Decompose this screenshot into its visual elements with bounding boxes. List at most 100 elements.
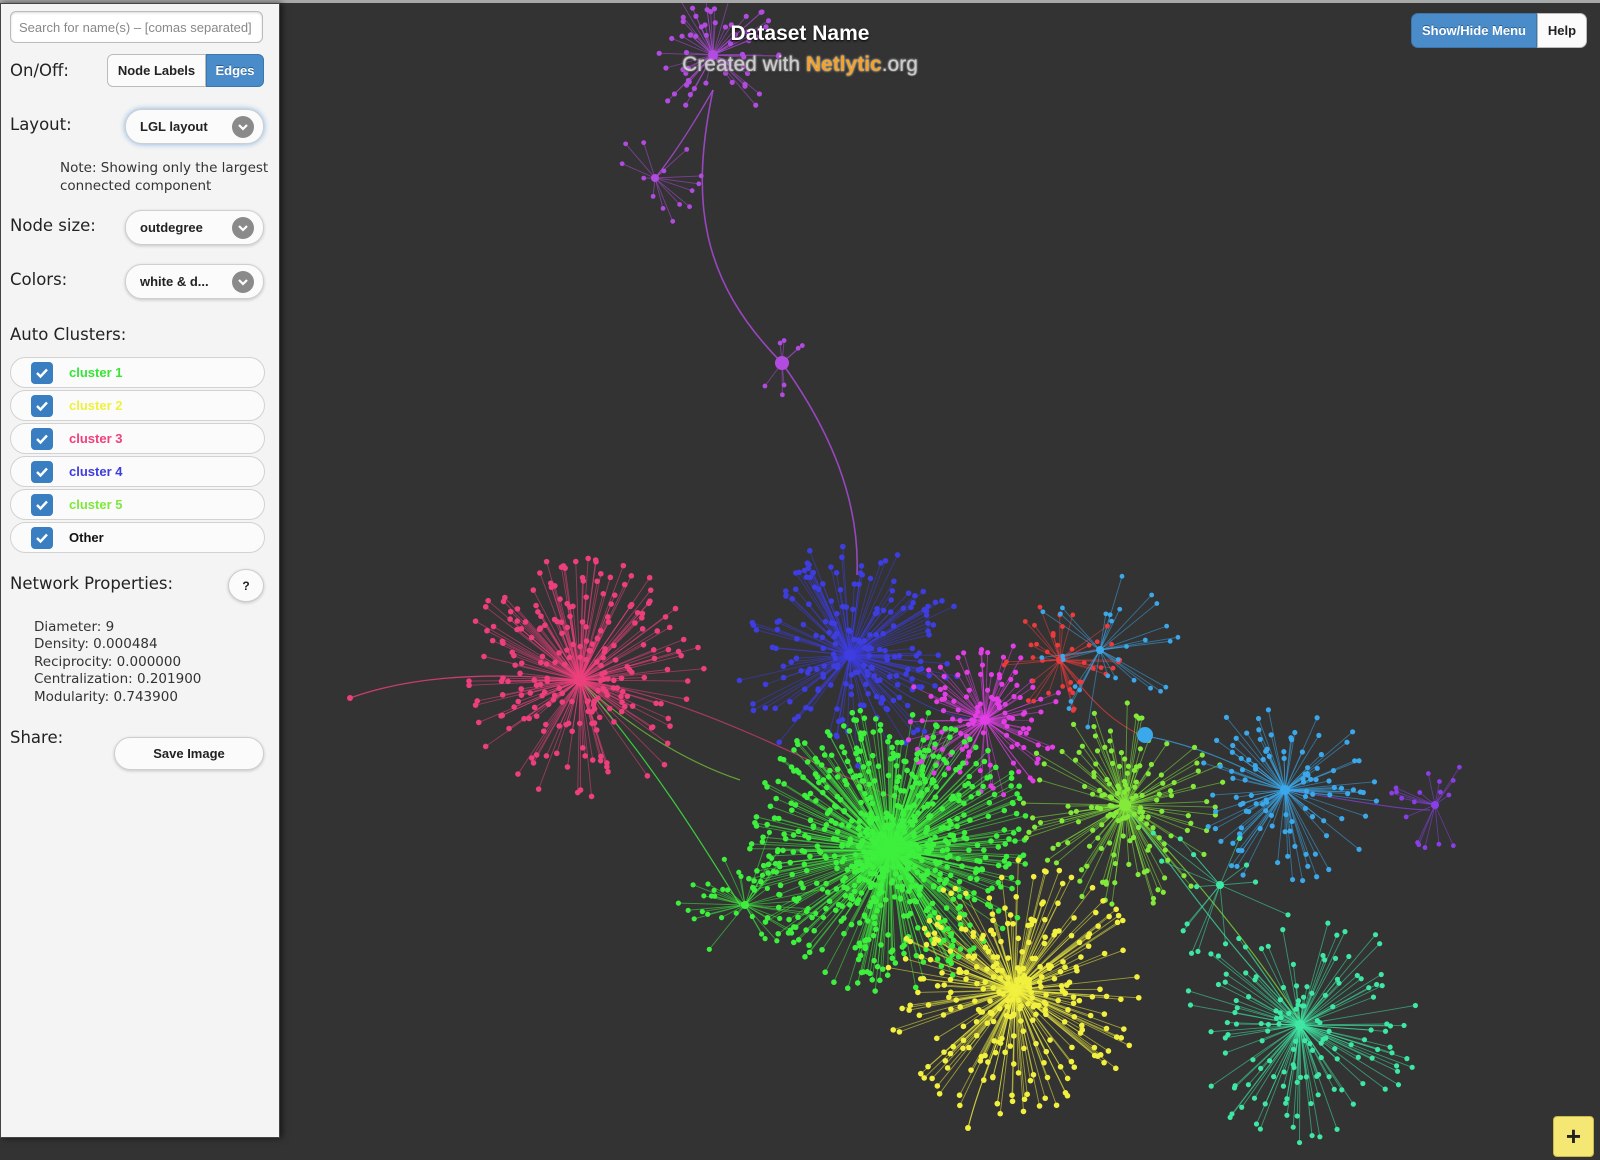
node[interactable] xyxy=(751,878,757,884)
node[interactable] xyxy=(1156,791,1162,797)
node[interactable] xyxy=(1038,696,1044,702)
node[interactable] xyxy=(1370,994,1377,1000)
node[interactable] xyxy=(918,758,924,764)
node[interactable] xyxy=(1345,791,1351,797)
node[interactable] xyxy=(1008,676,1014,683)
node[interactable] xyxy=(774,626,781,633)
node[interactable] xyxy=(819,886,825,892)
node[interactable] xyxy=(1104,776,1110,783)
node[interactable] xyxy=(619,161,625,167)
node[interactable] xyxy=(1195,948,1201,955)
node[interactable] xyxy=(506,725,512,732)
node[interactable] xyxy=(932,741,938,747)
node[interactable] xyxy=(855,762,861,769)
node[interactable] xyxy=(839,554,845,561)
node[interactable] xyxy=(1030,815,1036,821)
node[interactable] xyxy=(670,218,676,224)
node[interactable] xyxy=(1284,1112,1290,1118)
node[interactable] xyxy=(665,646,672,653)
node[interactable] xyxy=(926,672,932,679)
node[interactable] xyxy=(1059,880,1066,887)
node[interactable] xyxy=(1088,804,1095,810)
node[interactable] xyxy=(977,701,984,707)
node[interactable] xyxy=(815,687,821,694)
node[interactable] xyxy=(937,664,944,670)
node[interactable] xyxy=(1075,819,1082,825)
node[interactable] xyxy=(1008,874,1015,881)
node[interactable] xyxy=(844,985,851,992)
node[interactable] xyxy=(916,684,922,690)
node[interactable] xyxy=(873,815,880,822)
node[interactable] xyxy=(512,662,518,668)
node[interactable] xyxy=(1266,1058,1273,1064)
node[interactable] xyxy=(1017,1018,1024,1024)
node[interactable] xyxy=(1021,744,1027,751)
node[interactable] xyxy=(500,640,506,646)
node[interactable] xyxy=(1194,884,1200,890)
node[interactable] xyxy=(992,1049,999,1056)
node[interactable] xyxy=(1107,738,1113,744)
node[interactable] xyxy=(762,383,768,389)
node[interactable] xyxy=(1133,779,1140,785)
node[interactable] xyxy=(1135,994,1142,1001)
node[interactable] xyxy=(1020,1028,1027,1034)
node[interactable] xyxy=(653,700,659,707)
node[interactable] xyxy=(574,789,581,796)
node[interactable] xyxy=(918,792,924,799)
node[interactable] xyxy=(1008,775,1015,781)
node[interactable] xyxy=(1293,1038,1299,1044)
node[interactable] xyxy=(603,688,609,695)
node[interactable] xyxy=(791,716,798,723)
node[interactable] xyxy=(811,927,817,934)
node[interactable] xyxy=(909,676,915,682)
node[interactable] xyxy=(1234,863,1240,869)
node[interactable] xyxy=(585,708,592,715)
node[interactable] xyxy=(675,648,682,655)
node[interactable] xyxy=(951,603,957,610)
node[interactable] xyxy=(909,771,915,777)
node[interactable] xyxy=(860,764,867,770)
node[interactable] xyxy=(514,626,520,633)
node[interactable] xyxy=(1165,857,1171,863)
node[interactable] xyxy=(1303,1074,1309,1080)
node[interactable] xyxy=(557,596,563,602)
node[interactable] xyxy=(1327,792,1333,798)
node[interactable] xyxy=(1322,992,1328,998)
node[interactable] xyxy=(1191,744,1198,750)
node[interactable] xyxy=(1158,688,1163,694)
node[interactable] xyxy=(918,873,925,879)
node[interactable] xyxy=(1106,840,1113,846)
node[interactable] xyxy=(777,755,784,762)
node[interactable] xyxy=(1389,1050,1395,1056)
node[interactable] xyxy=(1344,739,1350,745)
node[interactable] xyxy=(890,863,896,870)
node[interactable] xyxy=(947,956,953,963)
node[interactable] xyxy=(522,619,529,625)
node[interactable] xyxy=(783,593,789,599)
node[interactable] xyxy=(1268,732,1274,738)
node[interactable] xyxy=(916,891,923,898)
node[interactable] xyxy=(1116,763,1123,770)
node[interactable] xyxy=(864,796,871,802)
node[interactable] xyxy=(484,627,490,634)
node[interactable] xyxy=(900,605,907,612)
node[interactable] xyxy=(858,840,865,846)
node[interactable] xyxy=(858,969,865,976)
node[interactable] xyxy=(877,646,883,653)
node[interactable] xyxy=(1030,1071,1037,1078)
node[interactable] xyxy=(1304,771,1310,777)
node[interactable] xyxy=(870,914,877,920)
node[interactable] xyxy=(971,953,978,959)
edges-toggle[interactable]: Edges xyxy=(206,54,264,87)
node[interactable] xyxy=(849,709,856,716)
node[interactable] xyxy=(873,693,880,700)
node[interactable] xyxy=(1030,1003,1037,1010)
node[interactable] xyxy=(1017,694,1023,701)
node[interactable] xyxy=(569,728,575,735)
node[interactable] xyxy=(923,941,930,948)
node[interactable] xyxy=(806,601,812,608)
node[interactable] xyxy=(1091,770,1097,776)
checkbox-checked-icon[interactable] xyxy=(31,526,53,549)
node[interactable] xyxy=(999,967,1005,974)
node[interactable] xyxy=(853,750,859,757)
